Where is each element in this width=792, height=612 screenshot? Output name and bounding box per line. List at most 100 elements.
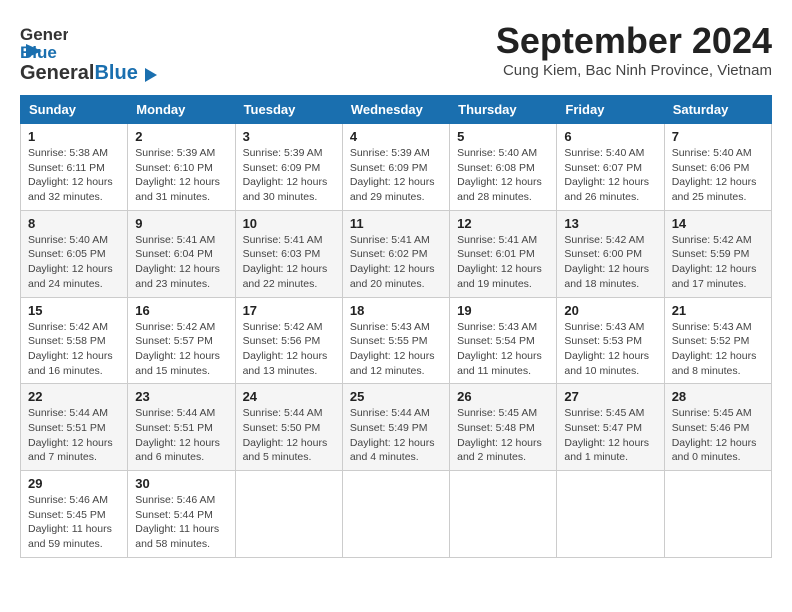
day-info: Sunrise: 5:39 AMSunset: 6:10 PMDaylight:…	[135, 147, 220, 203]
day-info: Sunrise: 5:40 AMSunset: 6:06 PMDaylight:…	[672, 147, 757, 203]
day-number: 27	[564, 389, 656, 404]
weekday-header-row: SundayMondayTuesdayWednesdayThursdayFrid…	[21, 96, 772, 124]
day-info: Sunrise: 5:42 AMSunset: 5:58 PMDaylight:…	[28, 321, 113, 377]
day-info: Sunrise: 5:40 AMSunset: 6:07 PMDaylight:…	[564, 147, 649, 203]
day-number: 11	[350, 216, 442, 231]
day-info: Sunrise: 5:44 AMSunset: 5:51 PMDaylight:…	[28, 407, 113, 463]
day-number: 21	[672, 303, 764, 318]
calendar-cell: 25 Sunrise: 5:44 AMSunset: 5:49 PMDaylig…	[342, 384, 449, 471]
calendar-cell: 4 Sunrise: 5:39 AMSunset: 6:09 PMDayligh…	[342, 124, 449, 211]
day-number: 10	[243, 216, 335, 231]
day-info: Sunrise: 5:41 AMSunset: 6:01 PMDaylight:…	[457, 234, 542, 290]
calendar-cell: 28 Sunrise: 5:45 AMSunset: 5:46 PMDaylig…	[664, 384, 771, 471]
svg-text:Blue: Blue	[20, 43, 57, 60]
day-number: 17	[243, 303, 335, 318]
calendar-week-5: 29 Sunrise: 5:46 AMSunset: 5:45 PMDaylig…	[21, 471, 772, 558]
day-number: 6	[564, 129, 656, 144]
day-number: 13	[564, 216, 656, 231]
calendar-cell: 8 Sunrise: 5:40 AMSunset: 6:05 PMDayligh…	[21, 210, 128, 297]
calendar-cell: 1 Sunrise: 5:38 AMSunset: 6:11 PMDayligh…	[21, 124, 128, 211]
weekday-thursday: Thursday	[450, 96, 557, 124]
day-info: Sunrise: 5:44 AMSunset: 5:50 PMDaylight:…	[243, 407, 328, 463]
day-number: 5	[457, 129, 549, 144]
day-info: Sunrise: 5:43 AMSunset: 5:55 PMDaylight:…	[350, 321, 435, 377]
day-info: Sunrise: 5:43 AMSunset: 5:52 PMDaylight:…	[672, 321, 757, 377]
calendar-cell: 17 Sunrise: 5:42 AMSunset: 5:56 PMDaylig…	[235, 297, 342, 384]
calendar-week-2: 8 Sunrise: 5:40 AMSunset: 6:05 PMDayligh…	[21, 210, 772, 297]
calendar-week-1: 1 Sunrise: 5:38 AMSunset: 6:11 PMDayligh…	[21, 124, 772, 211]
calendar-body: 1 Sunrise: 5:38 AMSunset: 6:11 PMDayligh…	[21, 124, 772, 558]
calendar-cell	[664, 471, 771, 558]
day-number: 18	[350, 303, 442, 318]
day-info: Sunrise: 5:41 AMSunset: 6:03 PMDaylight:…	[243, 234, 328, 290]
weekday-friday: Friday	[557, 96, 664, 124]
day-info: Sunrise: 5:42 AMSunset: 5:59 PMDaylight:…	[672, 234, 757, 290]
calendar-cell: 27 Sunrise: 5:45 AMSunset: 5:47 PMDaylig…	[557, 384, 664, 471]
day-number: 22	[28, 389, 120, 404]
day-number: 28	[672, 389, 764, 404]
calendar-cell: 18 Sunrise: 5:43 AMSunset: 5:55 PMDaylig…	[342, 297, 449, 384]
weekday-wednesday: Wednesday	[342, 96, 449, 124]
weekday-tuesday: Tuesday	[235, 96, 342, 124]
day-number: 14	[672, 216, 764, 231]
calendar-cell	[557, 471, 664, 558]
calendar-cell: 23 Sunrise: 5:44 AMSunset: 5:51 PMDaylig…	[128, 384, 235, 471]
day-info: Sunrise: 5:46 AMSunset: 5:45 PMDaylight:…	[28, 494, 112, 550]
calendar-cell: 3 Sunrise: 5:39 AMSunset: 6:09 PMDayligh…	[235, 124, 342, 211]
day-number: 15	[28, 303, 120, 318]
calendar-week-3: 15 Sunrise: 5:42 AMSunset: 5:58 PMDaylig…	[21, 297, 772, 384]
day-info: Sunrise: 5:39 AMSunset: 6:09 PMDaylight:…	[350, 147, 435, 203]
calendar-cell: 30 Sunrise: 5:46 AMSunset: 5:44 PMDaylig…	[128, 471, 235, 558]
logo-blue: Blue	[94, 62, 137, 84]
calendar-cell: 29 Sunrise: 5:46 AMSunset: 5:45 PMDaylig…	[21, 471, 128, 558]
day-info: Sunrise: 5:43 AMSunset: 5:53 PMDaylight:…	[564, 321, 649, 377]
calendar-cell: 11 Sunrise: 5:41 AMSunset: 6:02 PMDaylig…	[342, 210, 449, 297]
day-number: 2	[135, 129, 227, 144]
calendar-cell: 16 Sunrise: 5:42 AMSunset: 5:57 PMDaylig…	[128, 297, 235, 384]
calendar-cell: 6 Sunrise: 5:40 AMSunset: 6:07 PMDayligh…	[557, 124, 664, 211]
calendar-cell: 19 Sunrise: 5:43 AMSunset: 5:54 PMDaylig…	[450, 297, 557, 384]
day-number: 23	[135, 389, 227, 404]
logo-triangle-icon	[145, 68, 157, 82]
day-number: 1	[28, 129, 120, 144]
day-number: 8	[28, 216, 120, 231]
day-number: 30	[135, 476, 227, 491]
calendar-cell: 14 Sunrise: 5:42 AMSunset: 5:59 PMDaylig…	[664, 210, 771, 297]
day-number: 19	[457, 303, 549, 318]
calendar-cell: 12 Sunrise: 5:41 AMSunset: 6:01 PMDaylig…	[450, 210, 557, 297]
day-info: Sunrise: 5:45 AMSunset: 5:46 PMDaylight:…	[672, 407, 757, 463]
day-number: 9	[135, 216, 227, 231]
title-block: September 2024 Cung Kiem, Bac Ninh Provi…	[496, 20, 772, 79]
calendar-cell: 20 Sunrise: 5:43 AMSunset: 5:53 PMDaylig…	[557, 297, 664, 384]
weekday-monday: Monday	[128, 96, 235, 124]
calendar-cell: 24 Sunrise: 5:44 AMSunset: 5:50 PMDaylig…	[235, 384, 342, 471]
calendar-cell: 22 Sunrise: 5:44 AMSunset: 5:51 PMDaylig…	[21, 384, 128, 471]
weekday-sunday: Sunday	[21, 96, 128, 124]
calendar-cell: 21 Sunrise: 5:43 AMSunset: 5:52 PMDaylig…	[664, 297, 771, 384]
day-number: 7	[672, 129, 764, 144]
calendar-cell	[342, 471, 449, 558]
weekday-saturday: Saturday	[664, 96, 771, 124]
calendar-cell: 26 Sunrise: 5:45 AMSunset: 5:48 PMDaylig…	[450, 384, 557, 471]
calendar-cell: 5 Sunrise: 5:40 AMSunset: 6:08 PMDayligh…	[450, 124, 557, 211]
calendar-cell: 7 Sunrise: 5:40 AMSunset: 6:06 PMDayligh…	[664, 124, 771, 211]
day-number: 20	[564, 303, 656, 318]
logo: General Blue GeneralBlue	[20, 20, 157, 85]
header: General Blue GeneralBlue September 2024 …	[20, 20, 772, 85]
day-info: Sunrise: 5:39 AMSunset: 6:09 PMDaylight:…	[243, 147, 328, 203]
day-number: 25	[350, 389, 442, 404]
calendar-cell: 10 Sunrise: 5:41 AMSunset: 6:03 PMDaylig…	[235, 210, 342, 297]
day-info: Sunrise: 5:46 AMSunset: 5:44 PMDaylight:…	[135, 494, 219, 550]
day-info: Sunrise: 5:42 AMSunset: 6:00 PMDaylight:…	[564, 234, 649, 290]
calendar-week-4: 22 Sunrise: 5:44 AMSunset: 5:51 PMDaylig…	[21, 384, 772, 471]
day-number: 16	[135, 303, 227, 318]
day-number: 3	[243, 129, 335, 144]
day-number: 24	[243, 389, 335, 404]
calendar-cell: 2 Sunrise: 5:39 AMSunset: 6:10 PMDayligh…	[128, 124, 235, 211]
day-info: Sunrise: 5:42 AMSunset: 5:56 PMDaylight:…	[243, 321, 328, 377]
day-info: Sunrise: 5:38 AMSunset: 6:11 PMDaylight:…	[28, 147, 113, 203]
calendar-cell: 13 Sunrise: 5:42 AMSunset: 6:00 PMDaylig…	[557, 210, 664, 297]
logo-icon: General Blue	[20, 20, 68, 60]
day-number: 26	[457, 389, 549, 404]
day-number: 12	[457, 216, 549, 231]
